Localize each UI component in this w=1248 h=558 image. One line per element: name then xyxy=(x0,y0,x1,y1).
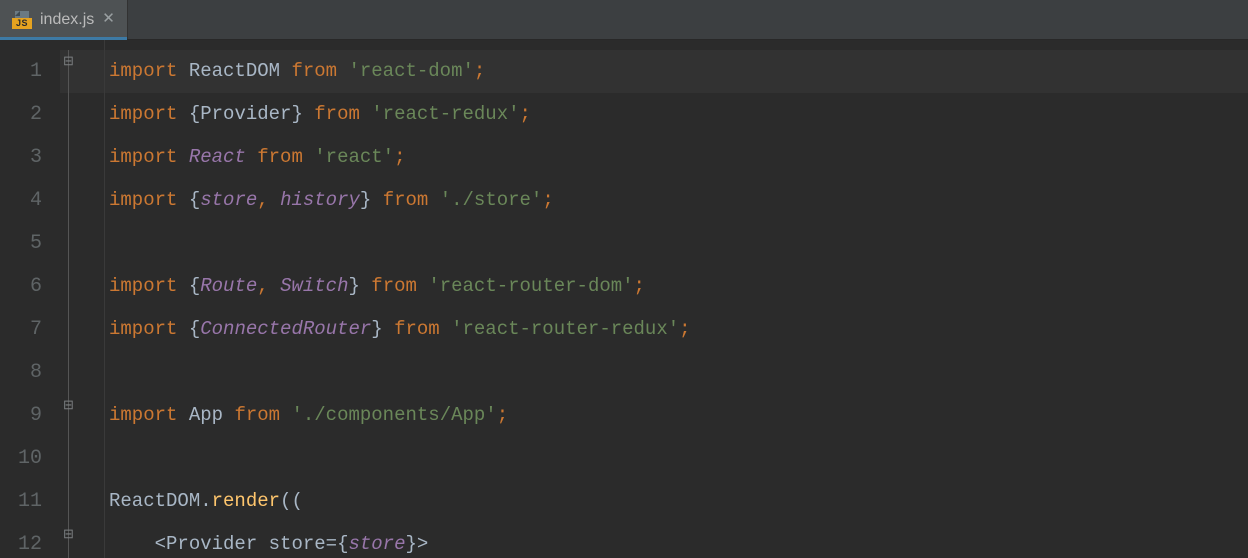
code-line[interactable] xyxy=(109,222,1248,265)
line-number: 11 xyxy=(0,480,60,523)
fold-column: ⊟ ⊟ ⊟ xyxy=(60,40,105,558)
code-line[interactable]: <Provider store={store}> xyxy=(109,523,1248,558)
js-file-icon: JS xyxy=(12,11,32,29)
code-area[interactable]: import ReactDOM from 'react-dom'; import… xyxy=(105,40,1248,558)
line-number: 7 xyxy=(0,308,60,351)
code-line[interactable]: import {Provider} from 'react-redux'; xyxy=(109,93,1248,136)
line-number: 2 xyxy=(0,93,60,136)
code-line[interactable]: ReactDOM.render(( xyxy=(109,480,1248,523)
code-line[interactable] xyxy=(109,351,1248,394)
code-line[interactable]: import {store, history} from './store'; xyxy=(109,179,1248,222)
code-line[interactable]: import ReactDOM from 'react-dom'; xyxy=(109,50,1248,93)
code-line[interactable]: import React from 'react'; xyxy=(109,136,1248,179)
file-tab[interactable]: JS index.js ✕ xyxy=(0,0,128,39)
line-number: 10 xyxy=(0,437,60,480)
line-number: 4 xyxy=(0,179,60,222)
line-number: 6 xyxy=(0,265,60,308)
code-editor[interactable]: 1 2 3 4 5 6 7 8 9 10 11 12 ⊟ ⊟ ⊟ import … xyxy=(0,40,1248,558)
tab-bar: JS index.js ✕ xyxy=(0,0,1248,40)
code-line[interactable]: import {ConnectedRouter} from 'react-rou… xyxy=(109,308,1248,351)
code-line[interactable] xyxy=(109,437,1248,480)
line-number: 12 xyxy=(0,523,60,558)
line-number-gutter: 1 2 3 4 5 6 7 8 9 10 11 12 xyxy=(0,40,60,558)
line-number: 3 xyxy=(0,136,60,179)
code-line[interactable]: import {Route, Switch} from 'react-route… xyxy=(109,265,1248,308)
line-number: 1 xyxy=(0,50,60,93)
tab-filename: index.js xyxy=(40,11,94,29)
line-number: 8 xyxy=(0,351,60,394)
code-line[interactable]: import App from './components/App'; xyxy=(109,394,1248,437)
line-number: 5 xyxy=(0,222,60,265)
fold-handle-icon[interactable]: ⊟ xyxy=(62,55,75,68)
fold-handle-icon[interactable]: ⊟ xyxy=(62,399,75,412)
fold-handle-icon[interactable]: ⊟ xyxy=(62,528,75,541)
close-icon[interactable]: ✕ xyxy=(102,12,115,27)
line-number: 9 xyxy=(0,394,60,437)
